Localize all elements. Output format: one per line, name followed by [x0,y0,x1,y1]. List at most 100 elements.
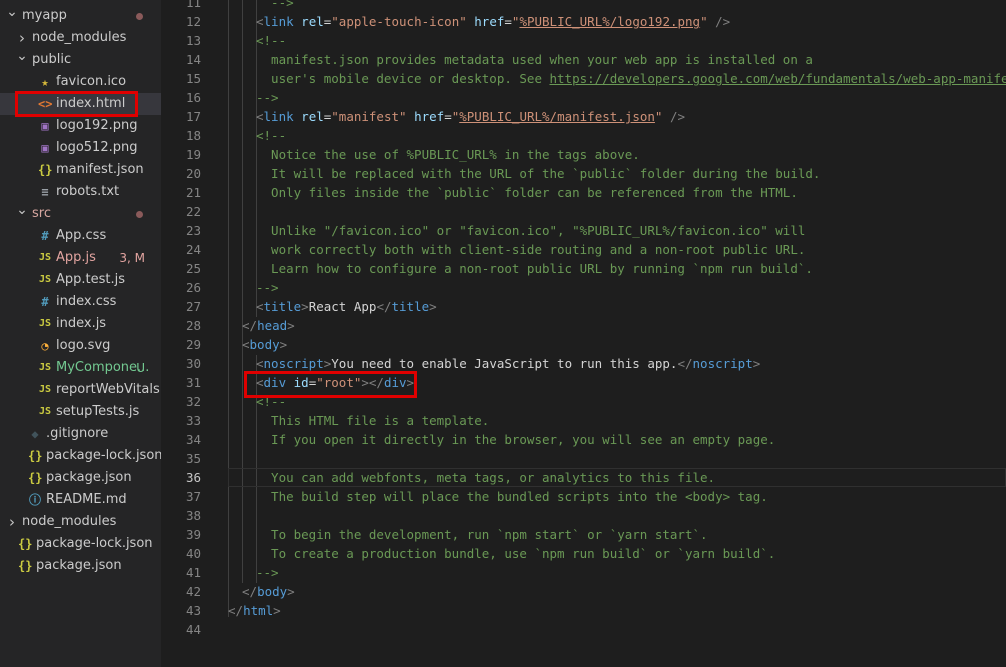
code-line[interactable]: <title>React App</title> [256,297,437,316]
code-line[interactable]: --> [256,88,279,107]
file-label: robots.txt [56,184,120,199]
line-number: 36 [185,470,201,485]
file-label: .gitignore [46,426,109,441]
text-file-icon: ≡ [41,185,49,199]
code-line[interactable]: If you open it directly in the browser, … [256,430,775,449]
line-number: 17 [185,109,201,124]
folder-item[interactable]: ⌄ public [0,48,161,71]
code-line[interactable]: This HTML file is a template. [256,411,489,430]
line-number: 40 [185,546,201,561]
line-number: 25 [185,261,201,276]
code-line[interactable]: The build step will place the bundled sc… [256,487,768,506]
json-icon: {} [18,537,33,551]
js-icon: JS [38,406,52,417]
json-icon: {} [18,559,33,573]
code-line[interactable]: </head> [242,316,295,335]
file-label: App.css [56,228,107,243]
file-label: manifest.json [56,162,144,177]
line-number: 15 [185,71,201,86]
code-line[interactable]: It will be replaced with the URL of the … [256,164,820,183]
file-item[interactable]: {} package-lock.json [0,533,161,555]
line-number: 31 [185,375,201,390]
file-item[interactable]: ◆ .gitignore [0,423,161,445]
code-line[interactable]: Unlike "/favicon.ico" or "favicon.ico", … [256,221,805,240]
chevron-down-icon: ⌄ [16,48,28,64]
line-number: 20 [185,166,201,181]
folder-item[interactable]: ⌄ myapp [0,4,161,27]
code-line[interactable]: --> [256,563,279,582]
line-number: 18 [185,128,201,143]
file-item[interactable]: # App.css [0,225,161,247]
js-icon: JS [38,274,52,285]
image-icon: ▣ [41,141,49,155]
js-icon: JS [38,318,52,329]
file-label: logo512.png [56,140,138,155]
file-label: favicon.ico [56,74,127,89]
code-line[interactable]: --> [256,0,294,12]
file-label: index.css [56,294,117,309]
image-icon: ▣ [41,119,49,133]
folder-item[interactable]: › node_modules [0,511,161,533]
file-item[interactable]: ⓘ README.md [0,489,161,511]
line-number: 26 [185,280,201,295]
json-icon: {} [28,449,43,463]
file-item[interactable]: ★ favicon.ico [0,71,161,93]
code-line[interactable]: </body> [242,582,295,601]
code-line[interactable]: <body> [242,335,287,354]
file-item[interactable]: JS MyCompone... U [0,357,161,379]
code-line[interactable]: Notice the use of %PUBLIC_URL% in the ta… [256,145,640,164]
code-line[interactable]: work correctly both with client-side rou… [256,240,805,259]
file-item[interactable]: JS index.js [0,313,161,335]
line-number: 43 [185,603,201,618]
folder-item[interactable]: ⌄ src [0,202,161,225]
code-line[interactable]: --> [256,278,279,297]
folder-label: public [32,52,72,67]
file-item[interactable]: JS App.test.js [0,269,161,291]
file-item[interactable]: ▣ logo512.png [0,137,161,159]
file-label: reportWebVitals.js [56,382,161,397]
code-line[interactable]: <!-- [256,126,286,145]
code-line[interactable]: user's mobile device or desktop. See htt… [256,69,1006,88]
file-item[interactable]: ◔ logo.svg [0,335,161,357]
highlight-index-html [15,91,138,117]
code-line[interactable]: <!-- [256,31,286,50]
code-line[interactable]: manifest.json provides metadata used whe… [256,50,813,69]
json-icon: {} [38,163,53,177]
file-item[interactable]: {} package.json [0,555,161,577]
code-line[interactable]: To create a production bundle, use `npm … [256,544,775,563]
code-line[interactable]: </html> [228,601,281,620]
code-line[interactable]: To begin the development, run `npm start… [256,525,708,544]
line-number: 23 [185,223,201,238]
code-line[interactable]: <link rel="apple-touch-icon" href="%PUBL… [256,12,730,31]
folder-label: node_modules [22,514,117,529]
line-number: 22 [185,204,201,219]
code-line[interactable]: Learn how to configure a non-root public… [256,259,813,278]
file-item[interactable]: JS reportWebVitals.js [0,379,161,401]
line-number: 30 [185,356,201,371]
modified-dot [136,13,143,20]
code-line[interactable]: <link rel="manifest" href="%PUBLIC_URL%/… [256,107,685,126]
line-number: 35 [185,451,201,466]
chevron-right-icon: › [9,513,15,531]
line-number: 37 [185,489,201,504]
code-line[interactable]: Only files inside the `public` folder ca… [256,183,798,202]
css-icon: # [41,229,49,243]
code-editor[interactable]: 11 --> 12 <link rel="apple-touch-icon" hre… [161,0,1006,667]
code-line[interactable]: You can add webfonts, meta tags, or anal… [256,468,715,487]
js-icon: JS [38,362,52,373]
file-item[interactable]: {} manifest.json [0,159,161,181]
file-item[interactable]: # index.css [0,291,161,313]
line-number: 11 [185,0,201,10]
file-label: logo192.png [56,118,138,133]
file-item[interactable]: JS setupTests.js [0,401,161,423]
line-number: 39 [185,527,201,542]
file-label: logo.svg [56,338,111,353]
line-number: 29 [185,337,201,352]
file-item[interactable]: {} package.json [0,467,161,489]
file-item[interactable]: JS App.js 3, M [0,247,161,269]
modified-dot [136,211,143,218]
folder-label: src [32,206,51,221]
file-item[interactable]: {} package-lock.json [0,445,161,467]
file-item[interactable]: ▣ logo192.png [0,115,161,137]
file-label: README.md [46,492,127,507]
